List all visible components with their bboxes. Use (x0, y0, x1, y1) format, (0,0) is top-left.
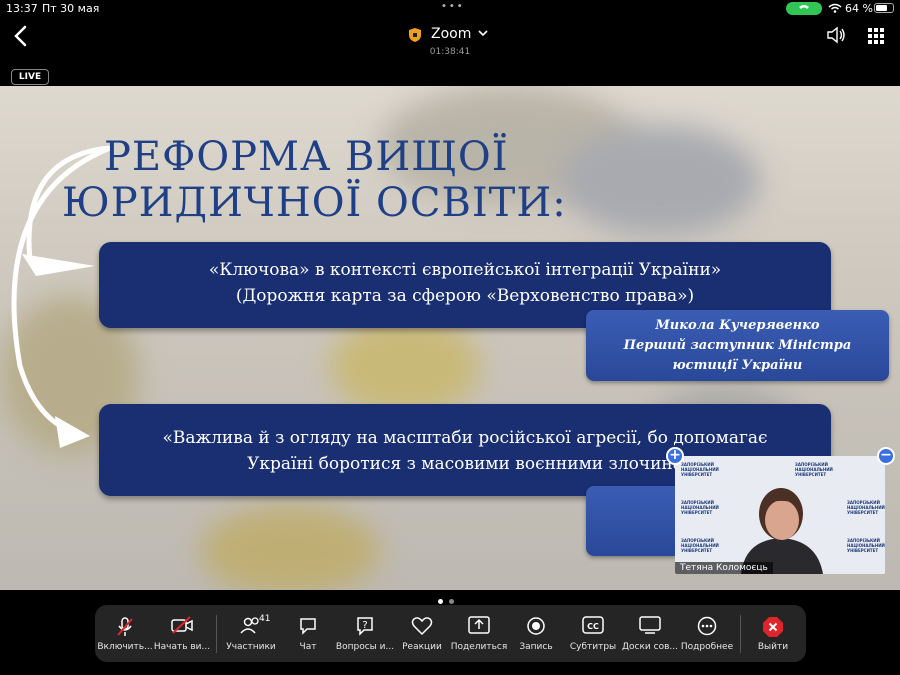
participants-count: 41 (259, 614, 271, 624)
author1-position: Перший заступник Міністра (623, 338, 852, 353)
heart-icon (411, 617, 433, 636)
more-button[interactable]: Подробнее (679, 605, 735, 662)
whiteboards-button[interactable]: Доски сов... (622, 605, 678, 662)
author1-ministry: юстиції України (672, 358, 803, 373)
status-time: 13:37 (6, 2, 38, 15)
question-icon: ? (357, 617, 373, 636)
university-logo: ЗАПОРІЗЬКИЙ НАЦІОНАЛЬНИЙ УНІВЕРСИТЕТ (847, 500, 885, 515)
record-label: Запись (519, 642, 553, 652)
quote1-line2: (Дорожня карта за сферою «Верховенство п… (235, 286, 695, 306)
university-logo: ЗАПОРІЗЬКИЙ НАЦІОНАЛЬНИЙ УНІВЕРСИТЕТ (681, 500, 719, 515)
expand-video-button[interactable]: + (666, 447, 684, 465)
status-date: Пт 30 мая (42, 2, 100, 15)
university-logo: ЗАПОРІЗЬКИЙ НАЦІОНАЛЬНИЙ УНІВЕРСИТЕТ (681, 538, 719, 553)
record-icon (527, 617, 545, 635)
back-chevron-icon[interactable] (10, 24, 32, 48)
captions-label: Субтитры (569, 642, 617, 652)
chat-label: Чат (299, 642, 317, 652)
floating-video-tile[interactable]: ЗАПОРІЗЬКИЙ НАЦІОНАЛЬНИЙ УНІВЕРСИТЕТ ЗАП… (675, 456, 885, 574)
whiteboard-icon (639, 616, 661, 634)
leave-button[interactable]: Выйти (745, 605, 801, 662)
quote1-line1: «Ключова» в контексті європейської інтег… (208, 260, 722, 280)
share-screen-icon (468, 616, 490, 634)
slide-title: РЕФОРМА ВИЩОЇ ЮРИДИЧНОЇ ОСВІТИ: (62, 134, 567, 226)
participants-button[interactable]: 41 Участники (223, 605, 279, 662)
leave-icon (763, 617, 783, 637)
battery-percent: 64 % (845, 2, 873, 15)
svg-text:?: ? (362, 620, 367, 631)
chat-icon (300, 618, 316, 635)
slide-title-line2: ЮРИДИЧНОЇ ОСВІТИ: (62, 180, 567, 226)
author1-name: Микола Кучерявенко (655, 318, 820, 333)
battery-icon (874, 3, 894, 13)
chat-button[interactable]: Чат (280, 605, 336, 662)
share-button[interactable]: Поделиться (451, 605, 507, 662)
participant-avatar (741, 488, 823, 574)
captions-button[interactable]: CC Субтитры (565, 605, 621, 662)
university-logo: ЗАПОРІЗЬКИЙ НАЦІОНАЛЬНИЙ УНІВЕРСИТЕТ (681, 462, 719, 477)
meeting-duration: 01:38:41 (429, 47, 471, 57)
encryption-shield-icon[interactable] (409, 28, 421, 42)
reactions-label: Реакции (402, 642, 442, 652)
page-dot-active[interactable] (438, 599, 443, 604)
toolbar-divider (216, 615, 217, 653)
qa-label: Вопросы и... (335, 642, 395, 652)
background-blur (330, 316, 480, 416)
page-dot[interactable] (449, 599, 454, 604)
university-logo: ЗАПОРІЗЬКИЙ НАЦІОНАЛЬНИЙ УНІВЕРСИТЕТ (795, 462, 833, 477)
meeting-title[interactable]: Zoom (431, 26, 471, 42)
share-label: Поделиться (450, 642, 508, 652)
live-badge: LIVE (11, 69, 49, 85)
minimize-video-button[interactable]: − (877, 447, 895, 465)
start-video-label: Начать ви... (153, 642, 211, 652)
cc-icon: CC (582, 616, 604, 634)
status-bar: 13:37 Пт 30 мая ••• 64 % (0, 0, 900, 18)
svg-text:CC: CC (587, 622, 599, 631)
participant-name: Тетяна Коломоєць (675, 562, 773, 574)
whiteboards-label: Доски сов... (622, 642, 678, 652)
wifi-icon (828, 3, 842, 13)
background-blur (560, 126, 760, 236)
phone-icon (799, 5, 809, 9)
unmute-label: Включить... (97, 642, 153, 652)
leave-label: Выйти (757, 642, 789, 652)
participants-label: Участники (226, 642, 276, 652)
more-icon (697, 616, 717, 636)
call-pill[interactable] (786, 2, 822, 15)
quote2-line1: «Важлива й з огляду на масштаби російськ… (162, 428, 768, 448)
meeting-toolbar: Включить... Начать ви... 41 Участники Ча… (95, 605, 806, 662)
start-video-button[interactable]: Начать ви... (154, 605, 210, 662)
qa-button[interactable]: ? Вопросы и... (336, 605, 394, 662)
record-button[interactable]: Запись (508, 605, 564, 662)
university-logo: ЗАПОРІЗЬКИЙ НАЦІОНАЛЬНИЙ УНІВЕРСИТЕТ (847, 538, 885, 553)
zoom-top-bar: Zoom 01:38:41 (0, 18, 900, 62)
reactions-button[interactable]: Реакции (394, 605, 450, 662)
gallery-view-icon[interactable] (868, 28, 884, 44)
chevron-down-icon[interactable] (478, 30, 488, 37)
slide-title-line1: РЕФОРМА ВИЩОЇ (104, 134, 509, 180)
video-off-icon (171, 616, 193, 634)
unmute-button[interactable]: Включить... (97, 605, 153, 662)
muted-mic-icon (117, 617, 133, 636)
author-box-1: Микола Кучерявенко Перший заступник Міні… (586, 310, 889, 381)
background-blur (200, 506, 380, 590)
multitask-dots-icon[interactable]: ••• (441, 1, 465, 12)
more-label: Подробнее (680, 642, 734, 652)
speaker-icon[interactable] (826, 26, 846, 44)
